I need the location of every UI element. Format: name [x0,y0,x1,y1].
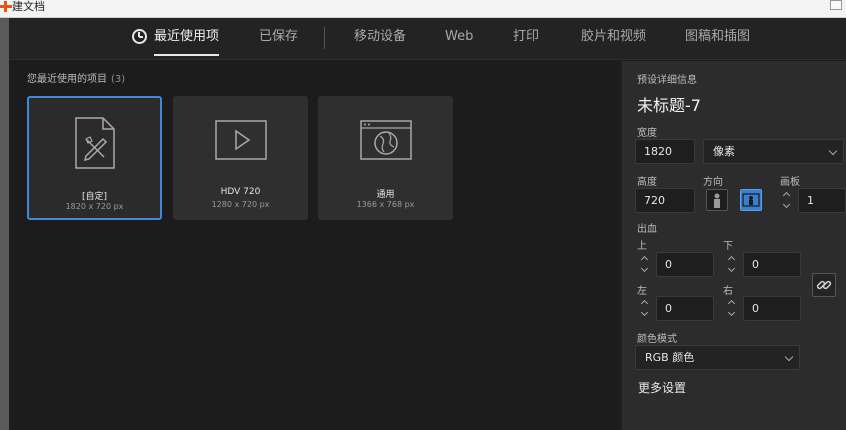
web-globe-icon [318,114,453,170]
chevron-down-icon [727,308,736,317]
bleed-bottom-input[interactable]: 0 [743,252,801,277]
landscape-person-icon [742,193,760,207]
bleed-top-input[interactable]: 0 [656,252,714,277]
preset-card-hdv720[interactable]: HDV 720 1280 x 720 px [173,96,308,220]
chevron-up-icon [782,191,791,200]
bleed-left-label: 左 [637,286,647,297]
bleed-top-label: 上 [637,241,647,252]
tab-label: 打印 [513,29,540,44]
bleed-bottom-stepper[interactable] [724,252,742,277]
link-bleed-button[interactable] [812,273,836,297]
title-bar: 建文档 [0,0,846,18]
chevron-down-icon [784,352,794,362]
tab-label: 移动设备 [354,29,407,44]
preset-details-panel: 预设详细信息 未标题-7 宽度 1820 像素 高度 720 方向 画板 1 出… [621,61,846,430]
artboard-label: 画板 [780,177,800,188]
chevron-down-icon [640,308,649,317]
bleed-left-input[interactable]: 0 [656,296,714,321]
orientation-label: 方向 [703,177,723,188]
top-nav: 最近使用项 已保存 移动设备 Web 打印 胶片和视频 图稿和插图 [9,18,846,60]
chevron-up-icon [640,255,649,264]
bleed-label: 出血 [637,224,657,235]
unit-value: 像素 [713,145,735,158]
chevron-down-icon [828,146,838,156]
tab-art-illustration[interactable]: 图稿和插图 [685,18,750,60]
artboard-input[interactable]: 1 [798,188,846,213]
clock-icon [132,29,147,44]
unit-select[interactable]: 像素 [703,139,844,164]
height-label: 高度 [637,177,657,188]
bleed-right-label: 右 [723,286,733,297]
bleed-left-stepper[interactable] [637,296,655,321]
preset-size: 1366 x 768 px [356,200,415,209]
width-label: 宽度 [637,128,657,139]
tab-label: 胶片和视频 [581,29,647,44]
color-mode-label: 颜色模式 [637,334,677,345]
preset-name: [自定] [81,192,108,202]
tab-label: 最近使用项 [154,29,220,44]
chevron-down-icon [727,264,736,273]
custom-doc-icon [29,116,160,172]
more-settings-button[interactable]: 更多设置 [638,379,686,396]
panel-heading: 预设详细信息 [637,75,697,86]
chevron-up-icon [727,255,736,264]
tab-recent[interactable]: 最近使用项 [154,18,220,60]
window-close-button[interactable] [828,0,842,12]
close-icon [830,0,842,10]
chevron-down-icon [782,200,791,209]
bleed-right-stepper[interactable] [724,296,742,321]
chevron-down-icon [640,264,649,273]
tab-saved[interactable]: 已保存 [259,18,298,60]
preset-card-custom[interactable]: [自定] 1820 x 720 px [27,96,162,220]
portrait-person-icon [714,193,720,208]
chevron-up-icon [640,299,649,308]
recent-items-area: 您最近使用的项目 (3) [自定] 1820 x 720 px HDV 720 1… [9,61,621,430]
tab-label: Web [445,29,474,44]
preset-name: 通用 [376,190,395,200]
landscape-button[interactable] [740,189,762,211]
artboard-stepper[interactable] [779,188,797,213]
active-tab-underline [154,54,220,56]
preset-size: 1820 x 720 px [65,202,124,211]
color-mode-value: RGB 颜色 [645,351,695,364]
chevron-up-icon [727,299,736,308]
left-edge [0,18,9,430]
tab-print[interactable]: 打印 [513,18,539,60]
height-input[interactable]: 720 [635,188,695,213]
preset-name: HDV 720 [220,187,261,197]
width-input[interactable]: 1820 [635,139,695,164]
tab-web[interactable]: Web [445,18,473,60]
window-title: 建文档 [12,0,45,13]
section-title: 您最近使用的项目 (3) [27,74,126,85]
chain-link-icon [816,280,832,290]
video-play-icon [173,114,308,170]
color-mode-select[interactable]: RGB 颜色 [635,345,800,370]
tab-mobile[interactable]: 移动设备 [354,18,406,60]
bleed-bottom-label: 下 [723,241,733,252]
tab-label: 图稿和插图 [685,29,751,44]
bleed-right-input[interactable]: 0 [743,296,801,321]
portrait-button[interactable] [706,189,728,211]
bleed-top-stepper[interactable] [637,252,655,277]
document-title[interactable]: 未标题-7 [637,92,701,116]
tab-film-video[interactable]: 胶片和视频 [581,18,646,60]
tab-label: 已保存 [259,29,299,44]
item-count: (3) [111,74,126,85]
app-logo-icon [0,0,12,14]
nav-divider [324,27,325,49]
preset-card-general[interactable]: 通用 1366 x 768 px [318,96,453,220]
preset-size: 1280 x 720 px [211,200,270,209]
